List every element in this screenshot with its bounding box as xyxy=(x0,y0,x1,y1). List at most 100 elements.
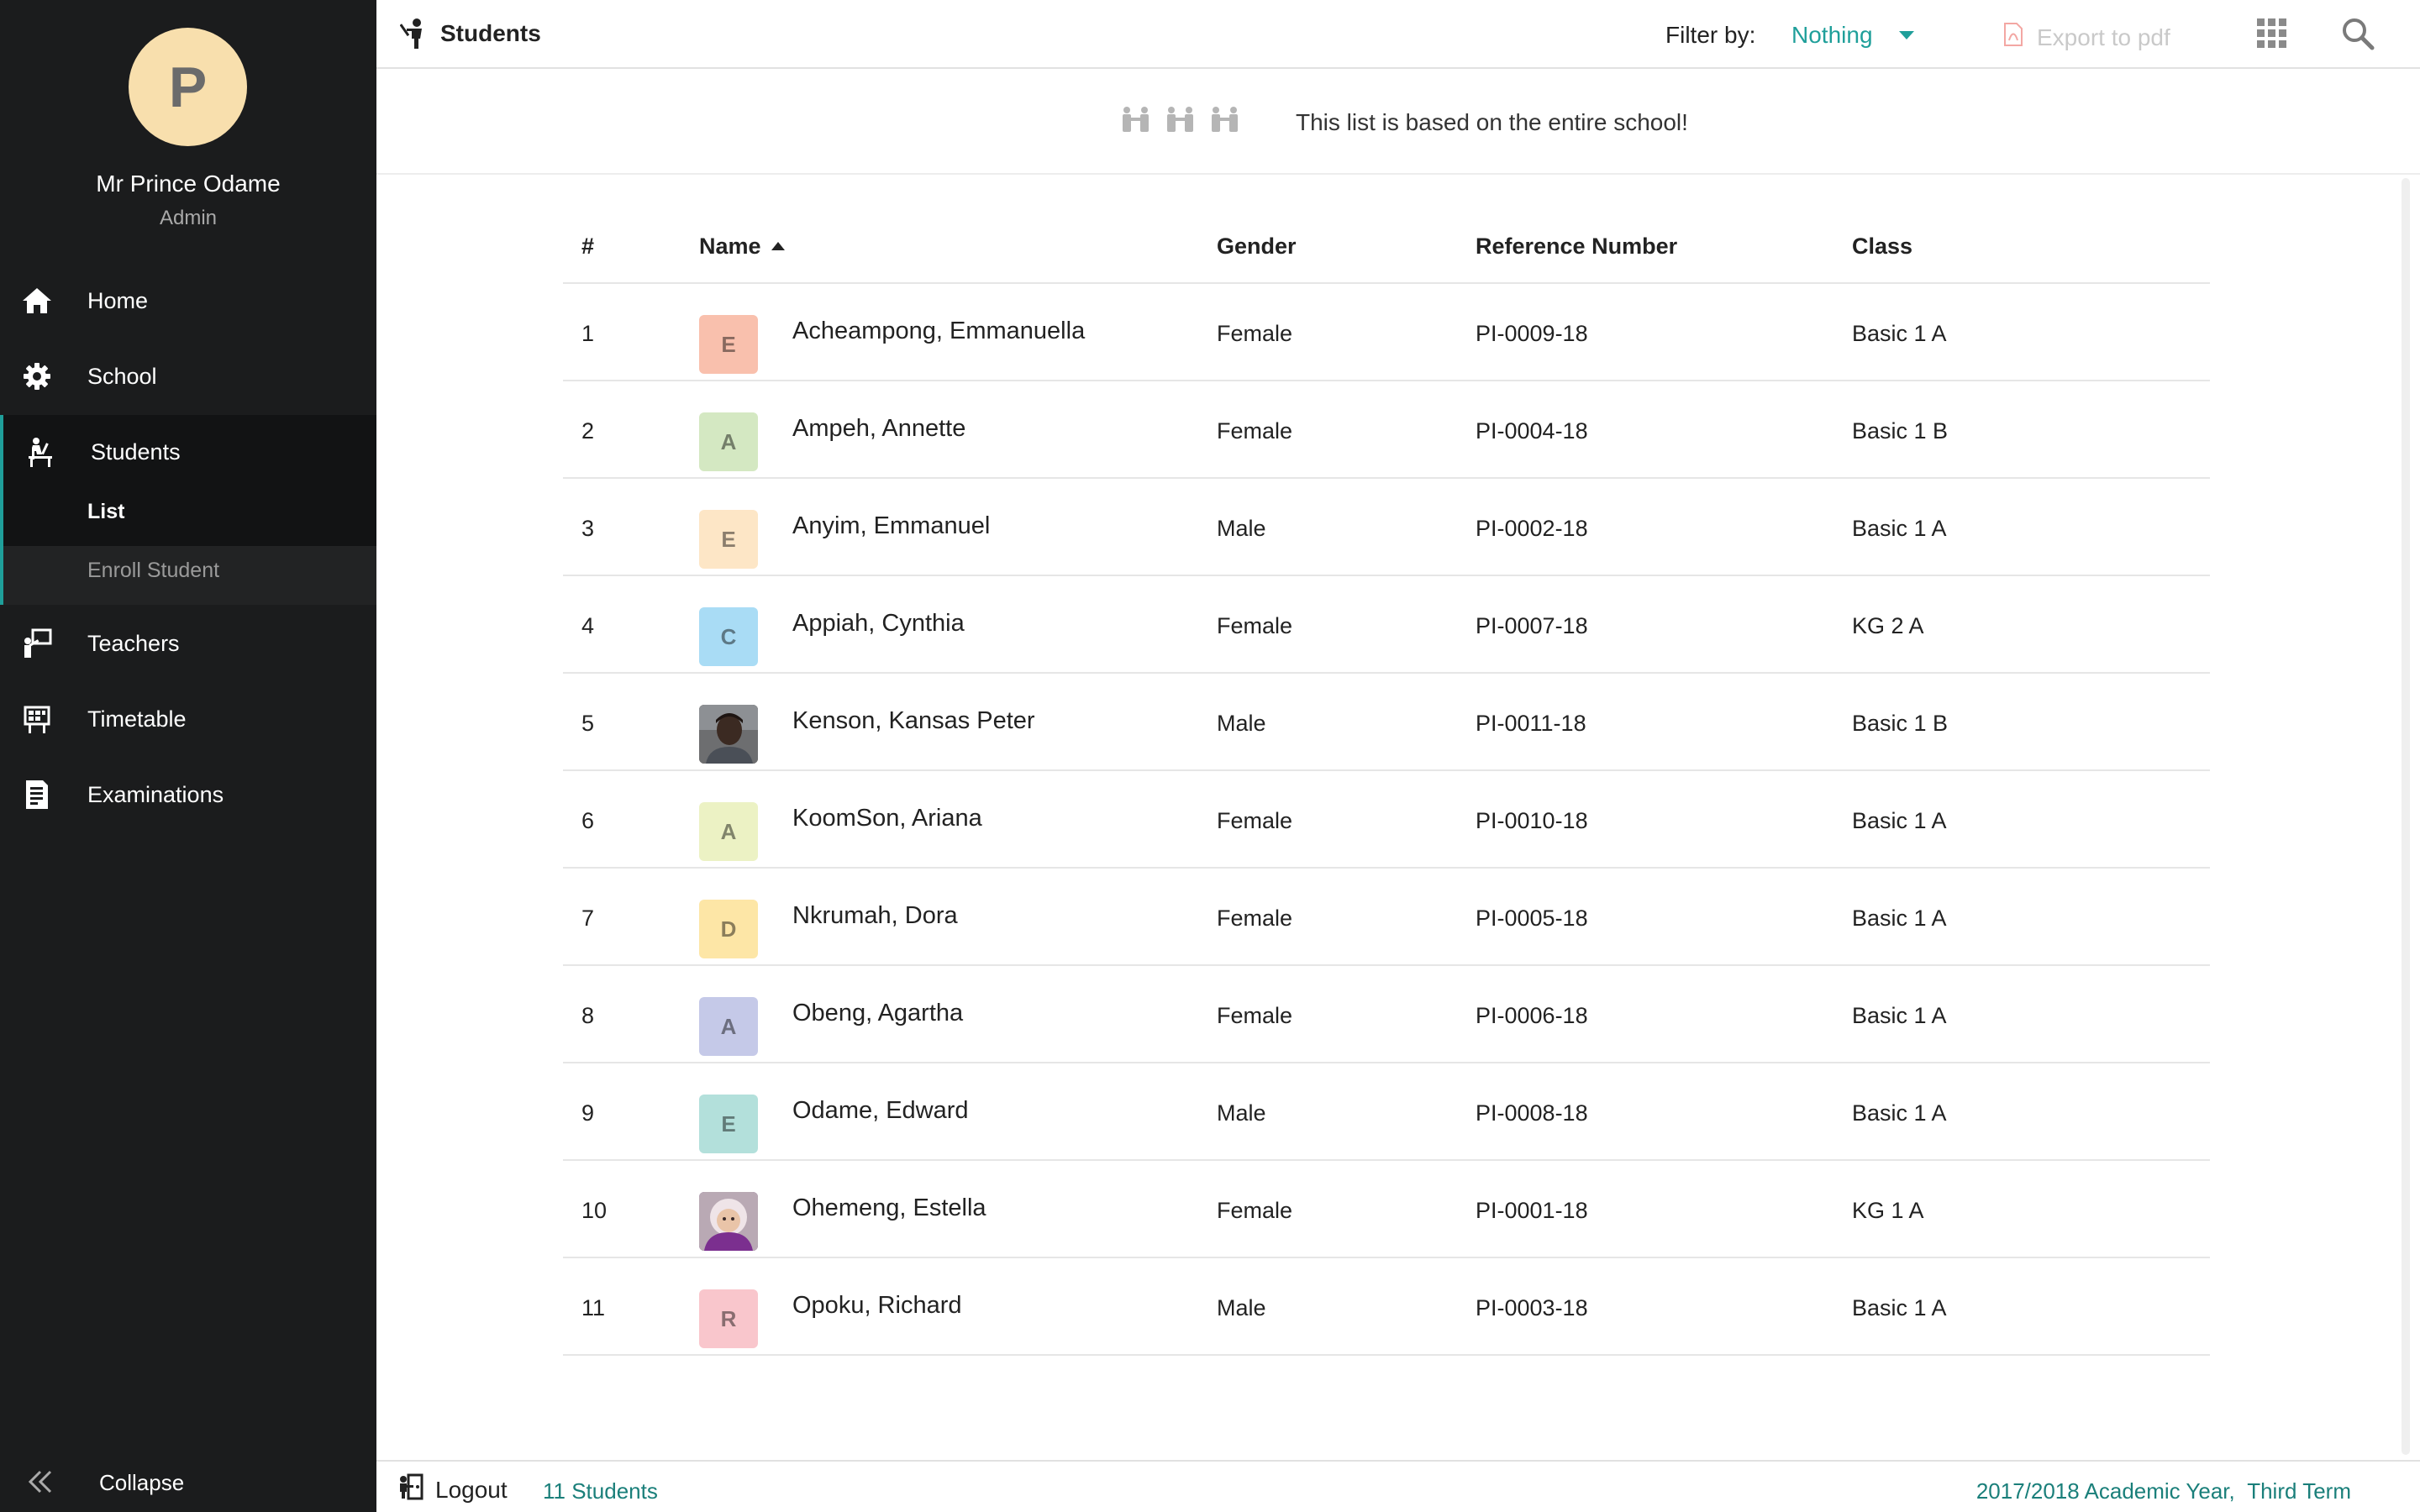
student-class: Basic 1 A xyxy=(1852,906,1947,931)
nav-label-timetable: Timetable xyxy=(87,706,187,732)
nav-item-students[interactable]: Students xyxy=(0,415,376,489)
row-number: 2 xyxy=(581,418,595,444)
student-name[interactable]: Odame, Edward xyxy=(792,1097,969,1125)
sort-ascending-icon xyxy=(771,242,785,250)
student-initial-avatar: A xyxy=(699,997,758,1056)
student-desk-icon xyxy=(24,435,57,469)
search-icon[interactable] xyxy=(2341,17,2375,55)
students-table: # Name Gender Reference Number Class 1EA… xyxy=(563,210,2210,1356)
nav-label-teachers: Teachers xyxy=(87,630,180,656)
column-header-gender[interactable]: Gender xyxy=(1217,234,1297,260)
student-gender: Male xyxy=(1217,1100,1266,1126)
table-row[interactable]: 4 C Appiah, Cynthia Female PI-0007-18 KG 2 A xyxy=(563,576,2210,674)
table-row[interactable]: 3 E Anyim, Emmanuel Male PI-0002-18 Basic 1 A xyxy=(563,479,2210,576)
row-number: 8 xyxy=(581,1003,595,1028)
logout-button[interactable]: Logout xyxy=(397,1473,508,1506)
filter-dropdown[interactable]: Nothing xyxy=(1791,22,1873,49)
notice-bar: This list is based on the entire school! xyxy=(376,71,2420,175)
submenu-item-list[interactable]: List xyxy=(87,500,124,524)
table-row[interactable]: 10 Ohemeng, Estella Female PI-0001-18 KG 1 A xyxy=(563,1161,2210,1258)
student-class: Basic 1 A xyxy=(1852,808,1947,833)
student-name[interactable]: KoomSon, Ariana xyxy=(792,805,982,832)
student-reference-number: PI-0001-18 xyxy=(1476,1198,1588,1223)
student-reference-number: PI-0010-18 xyxy=(1476,808,1588,833)
table-row[interactable]: 1 E Acheampong, Emmanuella Female PI-0009-18… xyxy=(563,284,2210,381)
export-pdf-button[interactable]: Export to pdf xyxy=(2003,22,2170,53)
column-header-reference-number[interactable]: Reference Number xyxy=(1476,234,1677,260)
table-row[interactable]: 2 A Ampeh, Annette Female PI-0004-18 Basic 1 … xyxy=(563,381,2210,479)
student-gender: Male xyxy=(1217,1295,1266,1320)
student-class: KG 1 A xyxy=(1852,1198,1924,1223)
nav-label-home: Home xyxy=(87,287,149,313)
student-icon xyxy=(399,17,430,55)
nav-item-timetable[interactable]: Timetable xyxy=(0,682,376,756)
student-class: Basic 1 A xyxy=(1852,321,1947,346)
top-header: Students Filter by: Nothing Export to pd… xyxy=(376,0,2420,69)
table-row[interactable]: 5 Kenson, Kansas Peter Male PI-0011-18 Basic… xyxy=(563,674,2210,771)
student-gender: Male xyxy=(1217,711,1266,736)
student-initial-avatar: C xyxy=(699,607,758,666)
collapse-button[interactable]: Collapse xyxy=(0,1453,376,1512)
student-gender: Female xyxy=(1217,613,1293,638)
student-initial-avatar: A xyxy=(699,802,758,861)
student-reference-number: PI-0007-18 xyxy=(1476,613,1588,638)
student-initial-avatar: A xyxy=(699,412,758,471)
row-number: 3 xyxy=(581,516,595,541)
exam-paper-icon xyxy=(20,778,54,811)
column-header-class[interactable]: Class xyxy=(1852,234,1912,260)
nav-item-examinations[interactable]: Examinations xyxy=(0,758,376,832)
student-gender: Female xyxy=(1217,1198,1293,1223)
student-name[interactable]: Appiah, Cynthia xyxy=(792,610,965,638)
logout-door-icon xyxy=(397,1473,425,1506)
student-reference-number: PI-0005-18 xyxy=(1476,906,1588,931)
student-reference-number: PI-0002-18 xyxy=(1476,516,1588,541)
student-name[interactable]: Ampeh, Annette xyxy=(792,415,965,443)
student-name[interactable]: Acheampong, Emmanuella xyxy=(792,318,1085,345)
table-row[interactable]: 8 A Obeng, Agartha Female PI-0006-18 Basic 1 … xyxy=(563,966,2210,1063)
student-gender: Female xyxy=(1217,906,1293,931)
user-avatar: P xyxy=(129,28,247,146)
logout-label: Logout xyxy=(435,1476,508,1503)
student-reference-number: PI-0006-18 xyxy=(1476,1003,1588,1028)
student-initial-avatar: R xyxy=(699,1289,758,1348)
column-header-name[interactable]: Name xyxy=(699,234,785,260)
student-name[interactable]: Opoku, Richard xyxy=(792,1292,962,1320)
student-name[interactable]: Obeng, Agartha xyxy=(792,1000,963,1027)
apps-grid-icon[interactable] xyxy=(2257,18,2287,53)
table-row[interactable]: 6 A KoomSon, Ariana Female PI-0010-18 Basic 1… xyxy=(563,771,2210,869)
table-row[interactable]: 11 R Opoku, Richard Male PI-0003-18 Basic 1 A xyxy=(563,1258,2210,1356)
student-reference-number: PI-0011-18 xyxy=(1476,711,1586,736)
column-header-number: # xyxy=(581,234,595,259)
nav-item-home[interactable]: Home xyxy=(0,264,376,338)
student-class: Basic 1 A xyxy=(1852,1003,1947,1028)
student-class: Basic 1 A xyxy=(1852,516,1947,541)
nav-item-teachers[interactable]: Teachers xyxy=(0,606,376,680)
timetable-icon xyxy=(20,702,54,736)
row-number: 11 xyxy=(581,1295,606,1320)
caret-down-icon[interactable] xyxy=(1899,31,1914,39)
nav-label-students: Students xyxy=(91,438,181,465)
table-row[interactable]: 9 E Odame, Edward Male PI-0008-18 Basic 1 A xyxy=(563,1063,2210,1161)
pdf-file-icon xyxy=(2003,22,2023,53)
row-number: 1 xyxy=(581,321,595,346)
people-group-icon xyxy=(1119,106,1257,133)
submenu-item-enroll-student[interactable]: Enroll Student xyxy=(87,559,219,583)
export-pdf-label: Export to pdf xyxy=(2037,24,2170,50)
student-name[interactable]: Nkrumah, Dora xyxy=(792,902,958,930)
academic-year: 2017/2018 Academic Year, xyxy=(1975,1478,2235,1504)
student-reference-number: PI-0003-18 xyxy=(1476,1295,1588,1320)
student-name[interactable]: Anyim, Emmanuel xyxy=(792,512,990,540)
table-row[interactable]: 7 D Nkrumah, Dora Female PI-0005-18 Basic 1 A xyxy=(563,869,2210,966)
academic-period: 2017/2018 Academic Year, Third Term xyxy=(1976,1478,2351,1504)
double-chevron-left-icon xyxy=(25,1468,55,1499)
student-name[interactable]: Ohemeng, Estella xyxy=(792,1194,986,1222)
scrollbar[interactable] xyxy=(2402,178,2410,1455)
student-class: Basic 1 A xyxy=(1852,1100,1947,1126)
nav-item-school[interactable]: School xyxy=(0,339,376,413)
gear-icon xyxy=(20,360,54,393)
academic-term: Third Term xyxy=(2247,1478,2351,1504)
student-gender: Female xyxy=(1217,418,1293,444)
student-name[interactable]: Kenson, Kansas Peter xyxy=(792,707,1035,735)
student-count: 11 Students xyxy=(543,1478,658,1504)
row-number: 6 xyxy=(581,808,595,833)
